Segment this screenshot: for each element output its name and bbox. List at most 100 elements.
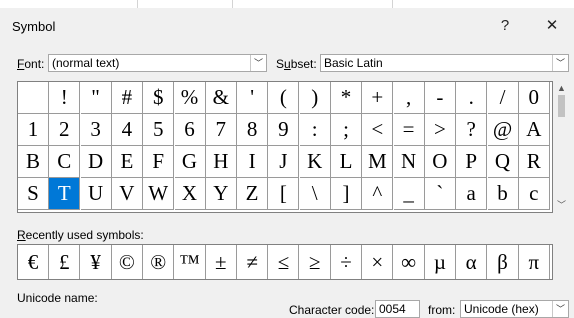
symbol-grid-row: S T U V W X Y Z[\] ^ _ ` a b c — [18, 178, 550, 210]
symbol-cell[interactable]: , — [393, 82, 425, 114]
help-button[interactable]: ? — [490, 14, 520, 38]
symbol-cell[interactable]: U — [80, 178, 112, 210]
symbol-cell[interactable]: D — [80, 146, 112, 178]
symbol-cell[interactable]: @ — [487, 114, 519, 146]
character-code-input[interactable]: 0054 — [375, 300, 420, 318]
subset-dropdown-value: Basic Latin — [324, 56, 383, 70]
recent-symbol-cell[interactable]: ≠ — [237, 245, 269, 279]
symbol-cell[interactable]: K — [299, 146, 331, 178]
symbol-cell[interactable]: N — [393, 146, 425, 178]
symbol-cell[interactable]: ` — [424, 178, 456, 210]
symbol-cell[interactable] — [18, 82, 49, 114]
symbol-cell[interactable]: ' — [237, 82, 269, 114]
recent-symbol-cell[interactable]: β — [488, 245, 519, 279]
symbol-cell[interactable]: 1 — [18, 114, 49, 146]
symbol-cell[interactable]: P — [456, 146, 488, 178]
symbol-cell[interactable]: - — [424, 82, 456, 114]
symbol-cell[interactable]: & — [205, 82, 237, 114]
symbol-grid-row: ! " # $% & '() * +, -./0 — [18, 82, 550, 114]
symbol-cell[interactable]: T — [49, 178, 81, 210]
symbol-cell[interactable]: 3 — [80, 114, 112, 146]
symbol-cell[interactable]: L — [331, 146, 362, 178]
recent-symbol-cell[interactable]: × — [362, 245, 394, 279]
symbol-cell[interactable]: Y — [205, 178, 237, 210]
subset-dropdown[interactable]: Basic Latin ﹀ — [320, 54, 569, 72]
from-dropdown[interactable]: Unicode (hex) ﹀ — [460, 300, 569, 318]
symbol-cell[interactable]: 6 — [174, 114, 206, 146]
symbol-cell[interactable]: E — [111, 146, 143, 178]
symbol-cell[interactable]: S — [18, 178, 49, 210]
symbol-cell[interactable]: M — [362, 146, 394, 178]
symbol-cell[interactable]: 4 — [111, 114, 143, 146]
recent-symbol-cell[interactable]: € — [18, 245, 49, 279]
symbol-cell[interactable]: a — [456, 178, 488, 210]
symbol-cell[interactable]: ? — [456, 114, 488, 146]
symbol-cell[interactable]: J — [268, 146, 300, 178]
symbol-cell[interactable]: B — [18, 146, 49, 178]
symbol-cell[interactable]: $ — [143, 82, 175, 114]
recent-symbol-cell[interactable]: £ — [49, 245, 81, 279]
close-button[interactable]: ✕ — [537, 14, 567, 38]
scroll-up-icon[interactable]: ▲ — [553, 83, 570, 93]
font-dropdown[interactable]: (normal text) ﹀ — [48, 54, 267, 72]
symbol-cell[interactable]: R — [518, 146, 550, 178]
symbol-cell[interactable]: b — [487, 178, 519, 210]
recent-symbol-cell[interactable]: ≤ — [268, 245, 300, 279]
symbol-grid-scrollbar[interactable]: ▲ ﹀ — [553, 81, 570, 213]
symbol-cell[interactable]: ) — [299, 82, 331, 114]
symbol-cell[interactable]: + — [362, 82, 394, 114]
recent-symbol-cell[interactable]: ™ — [175, 245, 206, 279]
symbol-cell[interactable]: # — [111, 82, 143, 114]
recent-symbol-cell[interactable]: ® — [143, 245, 175, 279]
symbol-cell[interactable]: X — [174, 178, 206, 210]
symbol-cell[interactable]: O — [424, 146, 456, 178]
recent-symbol-cell[interactable]: µ — [425, 245, 456, 279]
symbol-cell[interactable]: " — [80, 82, 112, 114]
symbol-cell[interactable]: W — [143, 178, 175, 210]
symbol-cell[interactable]: = — [393, 114, 425, 146]
recent-symbols-grid: € £ ¥ © ® ™ ± ≠ ≤ ≥ ÷ × ∞ µ α β π — [17, 244, 553, 280]
scroll-down-icon[interactable]: ﹀ — [553, 198, 570, 211]
symbol-cell[interactable]: : — [299, 114, 331, 146]
recent-symbol-cell[interactable]: ÷ — [331, 245, 362, 279]
symbol-cell[interactable]: * — [331, 82, 362, 114]
symbol-cell[interactable]: Z — [237, 178, 269, 210]
symbol-cell[interactable]: 9 — [268, 114, 300, 146]
symbol-cell[interactable]: ; — [331, 114, 362, 146]
symbol-cell[interactable]: A — [518, 114, 550, 146]
symbol-cell[interactable]: % — [174, 82, 206, 114]
symbol-cell[interactable]: ! — [49, 82, 81, 114]
scroll-thumb[interactable] — [558, 95, 565, 117]
symbol-cell[interactable]: . — [456, 82, 488, 114]
symbol-cell[interactable]: ] — [331, 178, 362, 210]
symbol-cell[interactable]: Q — [487, 146, 519, 178]
symbol-cell[interactable]: 5 — [143, 114, 175, 146]
symbol-cell[interactable]: 0 — [518, 82, 550, 114]
recent-symbol-cell[interactable]: ∞ — [394, 245, 425, 279]
symbol-cell[interactable]: G — [174, 146, 206, 178]
symbol-cell[interactable]: I — [237, 146, 269, 178]
symbol-cell[interactable]: 7 — [205, 114, 237, 146]
symbol-cell[interactable]: C — [49, 146, 81, 178]
symbol-cell[interactable]: _ — [393, 178, 425, 210]
symbol-cell[interactable]: c — [518, 178, 550, 210]
symbol-cell[interactable]: H — [205, 146, 237, 178]
symbol-cell[interactable]: < — [362, 114, 394, 146]
symbol-cell[interactable]: \ — [299, 178, 331, 210]
symbol-cell[interactable]: ^ — [362, 178, 394, 210]
top-strip — [0, 0, 574, 8]
symbol-cell[interactable]: F — [143, 146, 175, 178]
symbol-cell[interactable]: 8 — [237, 114, 269, 146]
symbol-cell[interactable]: ( — [268, 82, 300, 114]
symbol-cell[interactable]: 2 — [49, 114, 81, 146]
symbol-cell[interactable]: / — [487, 82, 519, 114]
recent-symbol-cell[interactable]: α — [456, 245, 488, 279]
symbol-cell[interactable]: [ — [268, 178, 300, 210]
symbol-cell[interactable]: V — [111, 178, 143, 210]
symbol-cell[interactable]: > — [424, 114, 456, 146]
recent-symbol-cell[interactable]: © — [112, 245, 143, 279]
recent-symbol-cell[interactable]: π — [519, 245, 550, 279]
recent-symbol-cell[interactable]: ± — [206, 245, 237, 279]
recent-symbol-cell[interactable]: ≥ — [300, 245, 331, 279]
recent-symbol-cell[interactable]: ¥ — [81, 245, 112, 279]
